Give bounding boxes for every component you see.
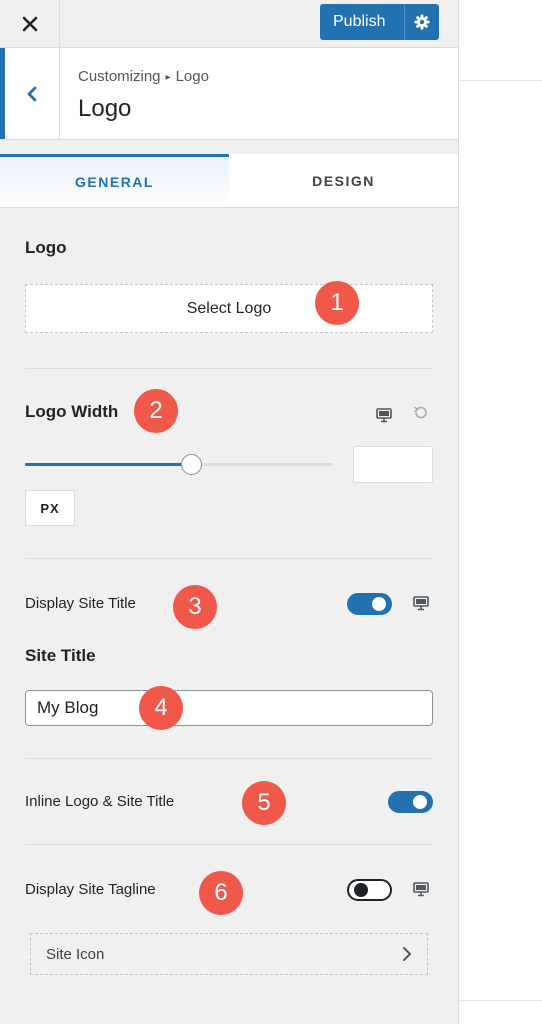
slider-fill <box>25 463 192 466</box>
display-site-title-label: Display Site Title <box>25 595 136 612</box>
tab-design[interactable]: DESIGN <box>229 154 458 207</box>
display-tagline-toggle[interactable] <box>347 879 392 901</box>
desktop-icon <box>376 407 392 422</box>
inline-logo-label: Inline Logo & Site Title <box>25 793 175 810</box>
annotation-badge-3: 3 <box>173 585 217 629</box>
gear-icon <box>414 14 430 30</box>
site-title-heading: Site Title <box>25 646 96 665</box>
logo-width-slider[interactable] <box>25 454 333 475</box>
display-tagline-label: Display Site Tagline <box>25 881 156 898</box>
desktop-icon <box>413 595 429 610</box>
slider-handle[interactable] <box>181 454 203 475</box>
divider <box>25 558 433 559</box>
logo-width-input[interactable] <box>353 446 433 483</box>
breadcrumb-separator: ▸ <box>165 72 171 83</box>
logo-heading: Logo <box>25 238 67 257</box>
back-button[interactable] <box>0 48 60 139</box>
inline-logo-toggle[interactable] <box>388 791 433 813</box>
publish-label: Publish <box>333 13 386 30</box>
chevron-right-icon <box>403 947 411 961</box>
tab-general[interactable]: GENERAL <box>0 154 229 207</box>
responsive-device-button[interactable] <box>411 879 431 899</box>
annotation-badge-6: 6 <box>199 871 243 915</box>
reset-icon <box>414 406 427 419</box>
breadcrumb: Customizing ▸ Logo <box>78 68 209 85</box>
customizer-panel: Publish Customizing ▸ Logo Logo GENERAL … <box>0 0 459 1024</box>
customizer-top-bar: Publish <box>0 0 458 48</box>
site-icon-label: Site Icon <box>46 945 105 963</box>
annotation-badge-5: 5 <box>242 781 286 825</box>
site-preview <box>459 0 542 1024</box>
responsive-device-button[interactable] <box>374 405 394 425</box>
responsive-device-button[interactable] <box>411 593 431 613</box>
publish-button[interactable]: Publish <box>320 4 439 40</box>
publish-settings-button[interactable] <box>405 14 439 30</box>
logo-width-heading: Logo Width <box>25 402 119 421</box>
settings-tabs: GENERAL DESIGN <box>0 154 458 208</box>
annotation-badge-2: 2 <box>134 389 178 433</box>
annotation-badge-4: 4 <box>139 686 183 730</box>
chevron-left-icon <box>27 86 37 101</box>
close-icon <box>22 16 37 32</box>
site-title-input[interactable]: My Blog <box>25 690 433 726</box>
reset-button[interactable] <box>411 403 431 423</box>
section-title: Logo <box>78 95 132 122</box>
close-button[interactable] <box>0 0 60 48</box>
divider <box>25 758 433 759</box>
select-logo-button[interactable]: Select Logo <box>25 284 433 333</box>
divider <box>25 844 433 845</box>
site-icon-link[interactable]: Site Icon <box>30 933 428 975</box>
display-site-title-toggle[interactable] <box>347 593 392 615</box>
section-header: Customizing ▸ Logo Logo <box>0 48 458 140</box>
desktop-icon <box>413 881 429 896</box>
unit-px-button[interactable]: PX <box>25 490 75 526</box>
annotation-badge-1: 1 <box>315 281 359 325</box>
divider <box>25 368 433 369</box>
